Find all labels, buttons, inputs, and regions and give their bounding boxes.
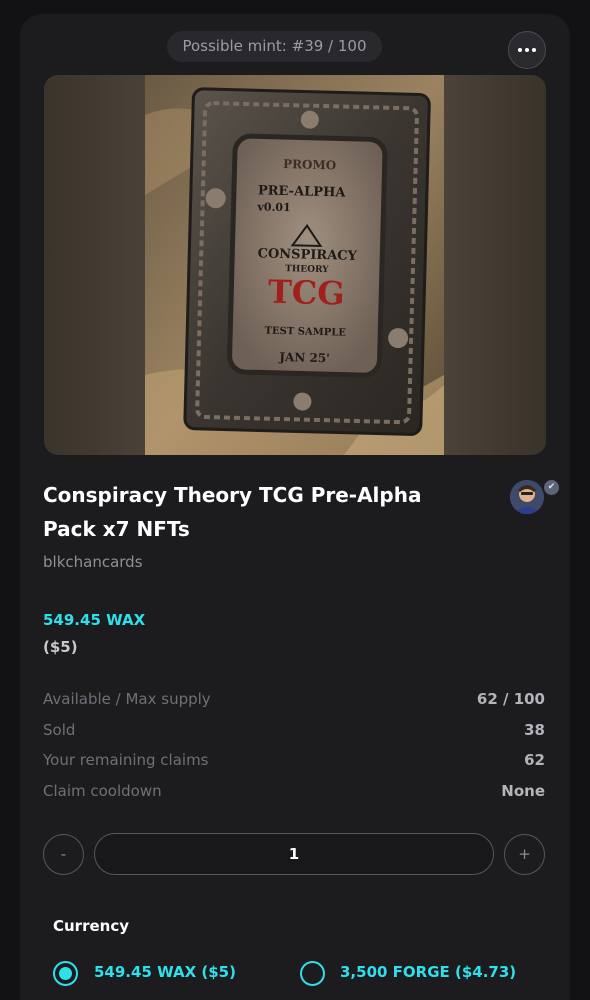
card-text: PRE-ALPHA: [258, 183, 347, 200]
dot-icon: [532, 48, 536, 52]
price-usd: ($5): [43, 638, 78, 656]
stat-value: 62: [524, 751, 545, 769]
price-wax: 549.45 WAX: [43, 611, 146, 629]
avatar-icon: [510, 480, 544, 514]
pack-image[interactable]: PROMO PRE-ALPHA v0.01 CONSPIRACY THEORY …: [44, 75, 546, 455]
card-text: PROMO: [283, 157, 337, 172]
pack-title: Conspiracy Theory TCG Pre-Alpha Pack x7 …: [43, 483, 422, 541]
currency-option-wax[interactable]: 549.45 WAX ($5): [94, 963, 236, 981]
increase-quantity-button[interactable]: +: [504, 834, 545, 875]
creator-name[interactable]: blkchancards: [43, 553, 143, 571]
currency-radio-wax[interactable]: [53, 961, 78, 986]
stat-value: 38: [524, 721, 545, 739]
dot-icon: [518, 48, 522, 52]
card-text: TCG: [267, 273, 345, 313]
verified-badge-icon: ✔: [542, 478, 561, 497]
card-text: TEST SAMPLE: [264, 326, 346, 339]
card-text: v0.01: [256, 200, 291, 214]
stat-row-sold: Sold 38: [43, 721, 545, 743]
card-text: CONSPIRACY: [257, 246, 357, 264]
more-options-button[interactable]: [508, 31, 546, 69]
card-text: JAN 25': [278, 350, 330, 365]
stat-row-supply: Available / Max supply 62 / 100: [43, 690, 545, 712]
mint-badge: Possible mint: #39 / 100: [167, 31, 382, 62]
stat-label: Available / Max supply: [43, 690, 211, 708]
currency-radio-forge[interactable]: [300, 961, 325, 986]
currency-option-forge[interactable]: 3,500 FORGE ($4.73): [340, 963, 516, 981]
decrease-quantity-button[interactable]: -: [43, 834, 84, 875]
stat-row-cooldown: Claim cooldown None: [43, 782, 545, 804]
stat-row-remaining-claims: Your remaining claims 62: [43, 751, 545, 773]
creator-avatar[interactable]: [510, 480, 544, 514]
stat-value: 62 / 100: [476, 690, 545, 708]
stat-label: Claim cooldown: [43, 782, 162, 800]
stat-label: Your remaining claims: [43, 751, 209, 769]
pack-illustration: PROMO PRE-ALPHA v0.01 CONSPIRACY THEORY …: [145, 75, 444, 455]
dot-icon: [525, 48, 529, 52]
stat-label: Sold: [43, 721, 76, 739]
stat-value: None: [501, 782, 545, 800]
currency-label: Currency: [53, 917, 130, 935]
quantity-input[interactable]: 1: [94, 833, 494, 875]
